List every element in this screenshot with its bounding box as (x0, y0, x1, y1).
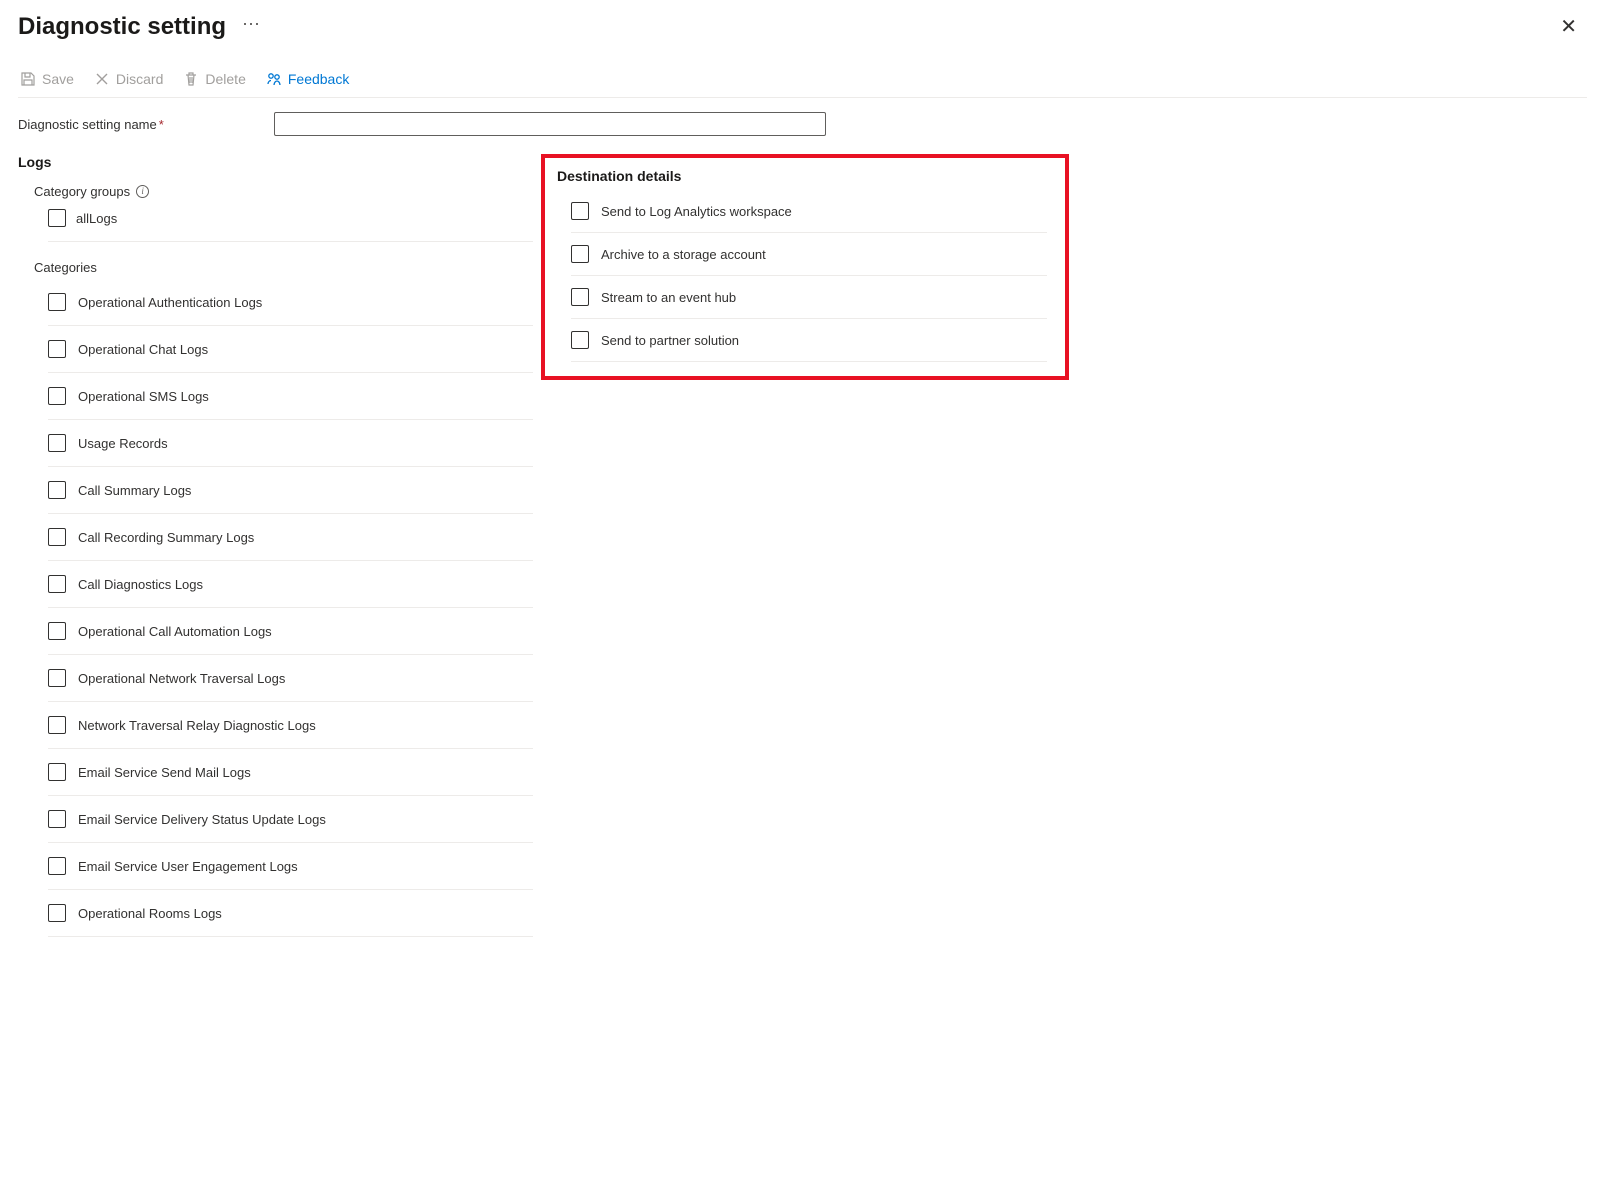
info-icon[interactable]: i (136, 185, 149, 198)
category-label: Operational SMS Logs (78, 389, 209, 404)
category-label: Network Traversal Relay Diagnostic Logs (78, 718, 316, 733)
category-checkbox[interactable] (48, 716, 66, 734)
category-row: Operational Rooms Logs (48, 890, 533, 937)
category-row: Operational SMS Logs (48, 373, 533, 420)
category-row: Operational Authentication Logs (48, 283, 533, 326)
category-row: Usage Records (48, 420, 533, 467)
save-button[interactable]: Save (20, 71, 74, 87)
destination-checkbox[interactable] (571, 202, 589, 220)
category-checkbox[interactable] (48, 810, 66, 828)
category-label: Email Service Send Mail Logs (78, 765, 251, 780)
toolbar: Save Discard Delete (18, 57, 1587, 98)
discard-icon (94, 71, 110, 87)
category-checkbox[interactable] (48, 293, 66, 311)
page-title: Diagnostic setting (18, 13, 226, 41)
category-checkbox[interactable] (48, 622, 66, 640)
category-label: Email Service Delivery Status Update Log… (78, 812, 326, 827)
category-row: Email Service User Engagement Logs (48, 843, 533, 890)
category-row: Call Diagnostics Logs (48, 561, 533, 608)
category-label: Operational Call Automation Logs (78, 624, 272, 639)
discard-button[interactable]: Discard (94, 71, 163, 87)
category-label: Operational Chat Logs (78, 342, 208, 357)
category-row: Network Traversal Relay Diagnostic Logs (48, 702, 533, 749)
category-row: Operational Chat Logs (48, 326, 533, 373)
delete-icon (183, 71, 199, 87)
save-label: Save (42, 71, 74, 87)
destination-label: Archive to a storage account (601, 247, 766, 262)
category-checkbox[interactable] (48, 434, 66, 452)
discard-label: Discard (116, 71, 163, 87)
category-checkbox[interactable] (48, 669, 66, 687)
category-checkbox[interactable] (48, 904, 66, 922)
destination-row: Send to Log Analytics workspace (571, 196, 1047, 233)
category-checkbox[interactable] (48, 387, 66, 405)
destination-label: Send to Log Analytics workspace (601, 204, 792, 219)
setting-name-input[interactable] (274, 112, 826, 136)
destination-checkbox[interactable] (571, 288, 589, 306)
category-checkbox[interactable] (48, 481, 66, 499)
category-checkbox[interactable] (48, 763, 66, 781)
category-checkbox[interactable] (48, 340, 66, 358)
category-label: Operational Authentication Logs (78, 295, 262, 310)
category-checkbox[interactable] (48, 528, 66, 546)
destination-details-highlight: Destination details Send to Log Analytic… (541, 154, 1069, 380)
alllogs-label: allLogs (76, 211, 117, 226)
category-row: Call Summary Logs (48, 467, 533, 514)
setting-name-label: Diagnostic setting name* (18, 117, 266, 132)
category-row: Call Recording Summary Logs (48, 514, 533, 561)
destination-row: Stream to an event hub (571, 276, 1047, 319)
close-button[interactable]: ✕ (1550, 10, 1587, 43)
category-label: Email Service User Engagement Logs (78, 859, 298, 874)
category-groups-label: Category groups (34, 184, 130, 199)
category-row: Operational Call Automation Logs (48, 608, 533, 655)
category-label: Operational Network Traversal Logs (78, 671, 285, 686)
feedback-button[interactable]: Feedback (266, 71, 349, 87)
destination-row: Send to partner solution (571, 319, 1047, 362)
category-label: Operational Rooms Logs (78, 906, 222, 921)
delete-button[interactable]: Delete (183, 71, 245, 87)
more-actions-button[interactable]: ⋯ (242, 14, 261, 39)
destination-label: Stream to an event hub (601, 290, 736, 305)
feedback-label: Feedback (288, 71, 349, 87)
categories-label: Categories (34, 260, 533, 275)
logs-section-title: Logs (18, 154, 533, 170)
category-label: Usage Records (78, 436, 168, 451)
category-label: Call Recording Summary Logs (78, 530, 254, 545)
category-checkbox[interactable] (48, 857, 66, 875)
category-checkbox[interactable] (48, 575, 66, 593)
category-row: Email Service Delivery Status Update Log… (48, 796, 533, 843)
category-label: Call Diagnostics Logs (78, 577, 203, 592)
destination-row: Archive to a storage account (571, 233, 1047, 276)
category-row: Operational Network Traversal Logs (48, 655, 533, 702)
destination-checkbox[interactable] (571, 245, 589, 263)
delete-label: Delete (205, 71, 245, 87)
category-label: Call Summary Logs (78, 483, 191, 498)
feedback-icon (266, 71, 282, 87)
destination-section-title: Destination details (555, 168, 1047, 184)
save-icon (20, 71, 36, 87)
alllogs-checkbox[interactable] (48, 209, 66, 227)
category-row: Email Service Send Mail Logs (48, 749, 533, 796)
destination-label: Send to partner solution (601, 333, 739, 348)
destination-checkbox[interactable] (571, 331, 589, 349)
